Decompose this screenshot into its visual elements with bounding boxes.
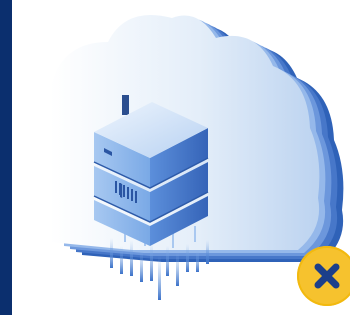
illustration-stage xyxy=(0,0,350,315)
illustration-panel xyxy=(12,0,350,315)
left-border xyxy=(0,0,12,315)
close-icon xyxy=(314,263,340,289)
server-connector xyxy=(122,95,129,115)
status-badge xyxy=(297,246,350,306)
